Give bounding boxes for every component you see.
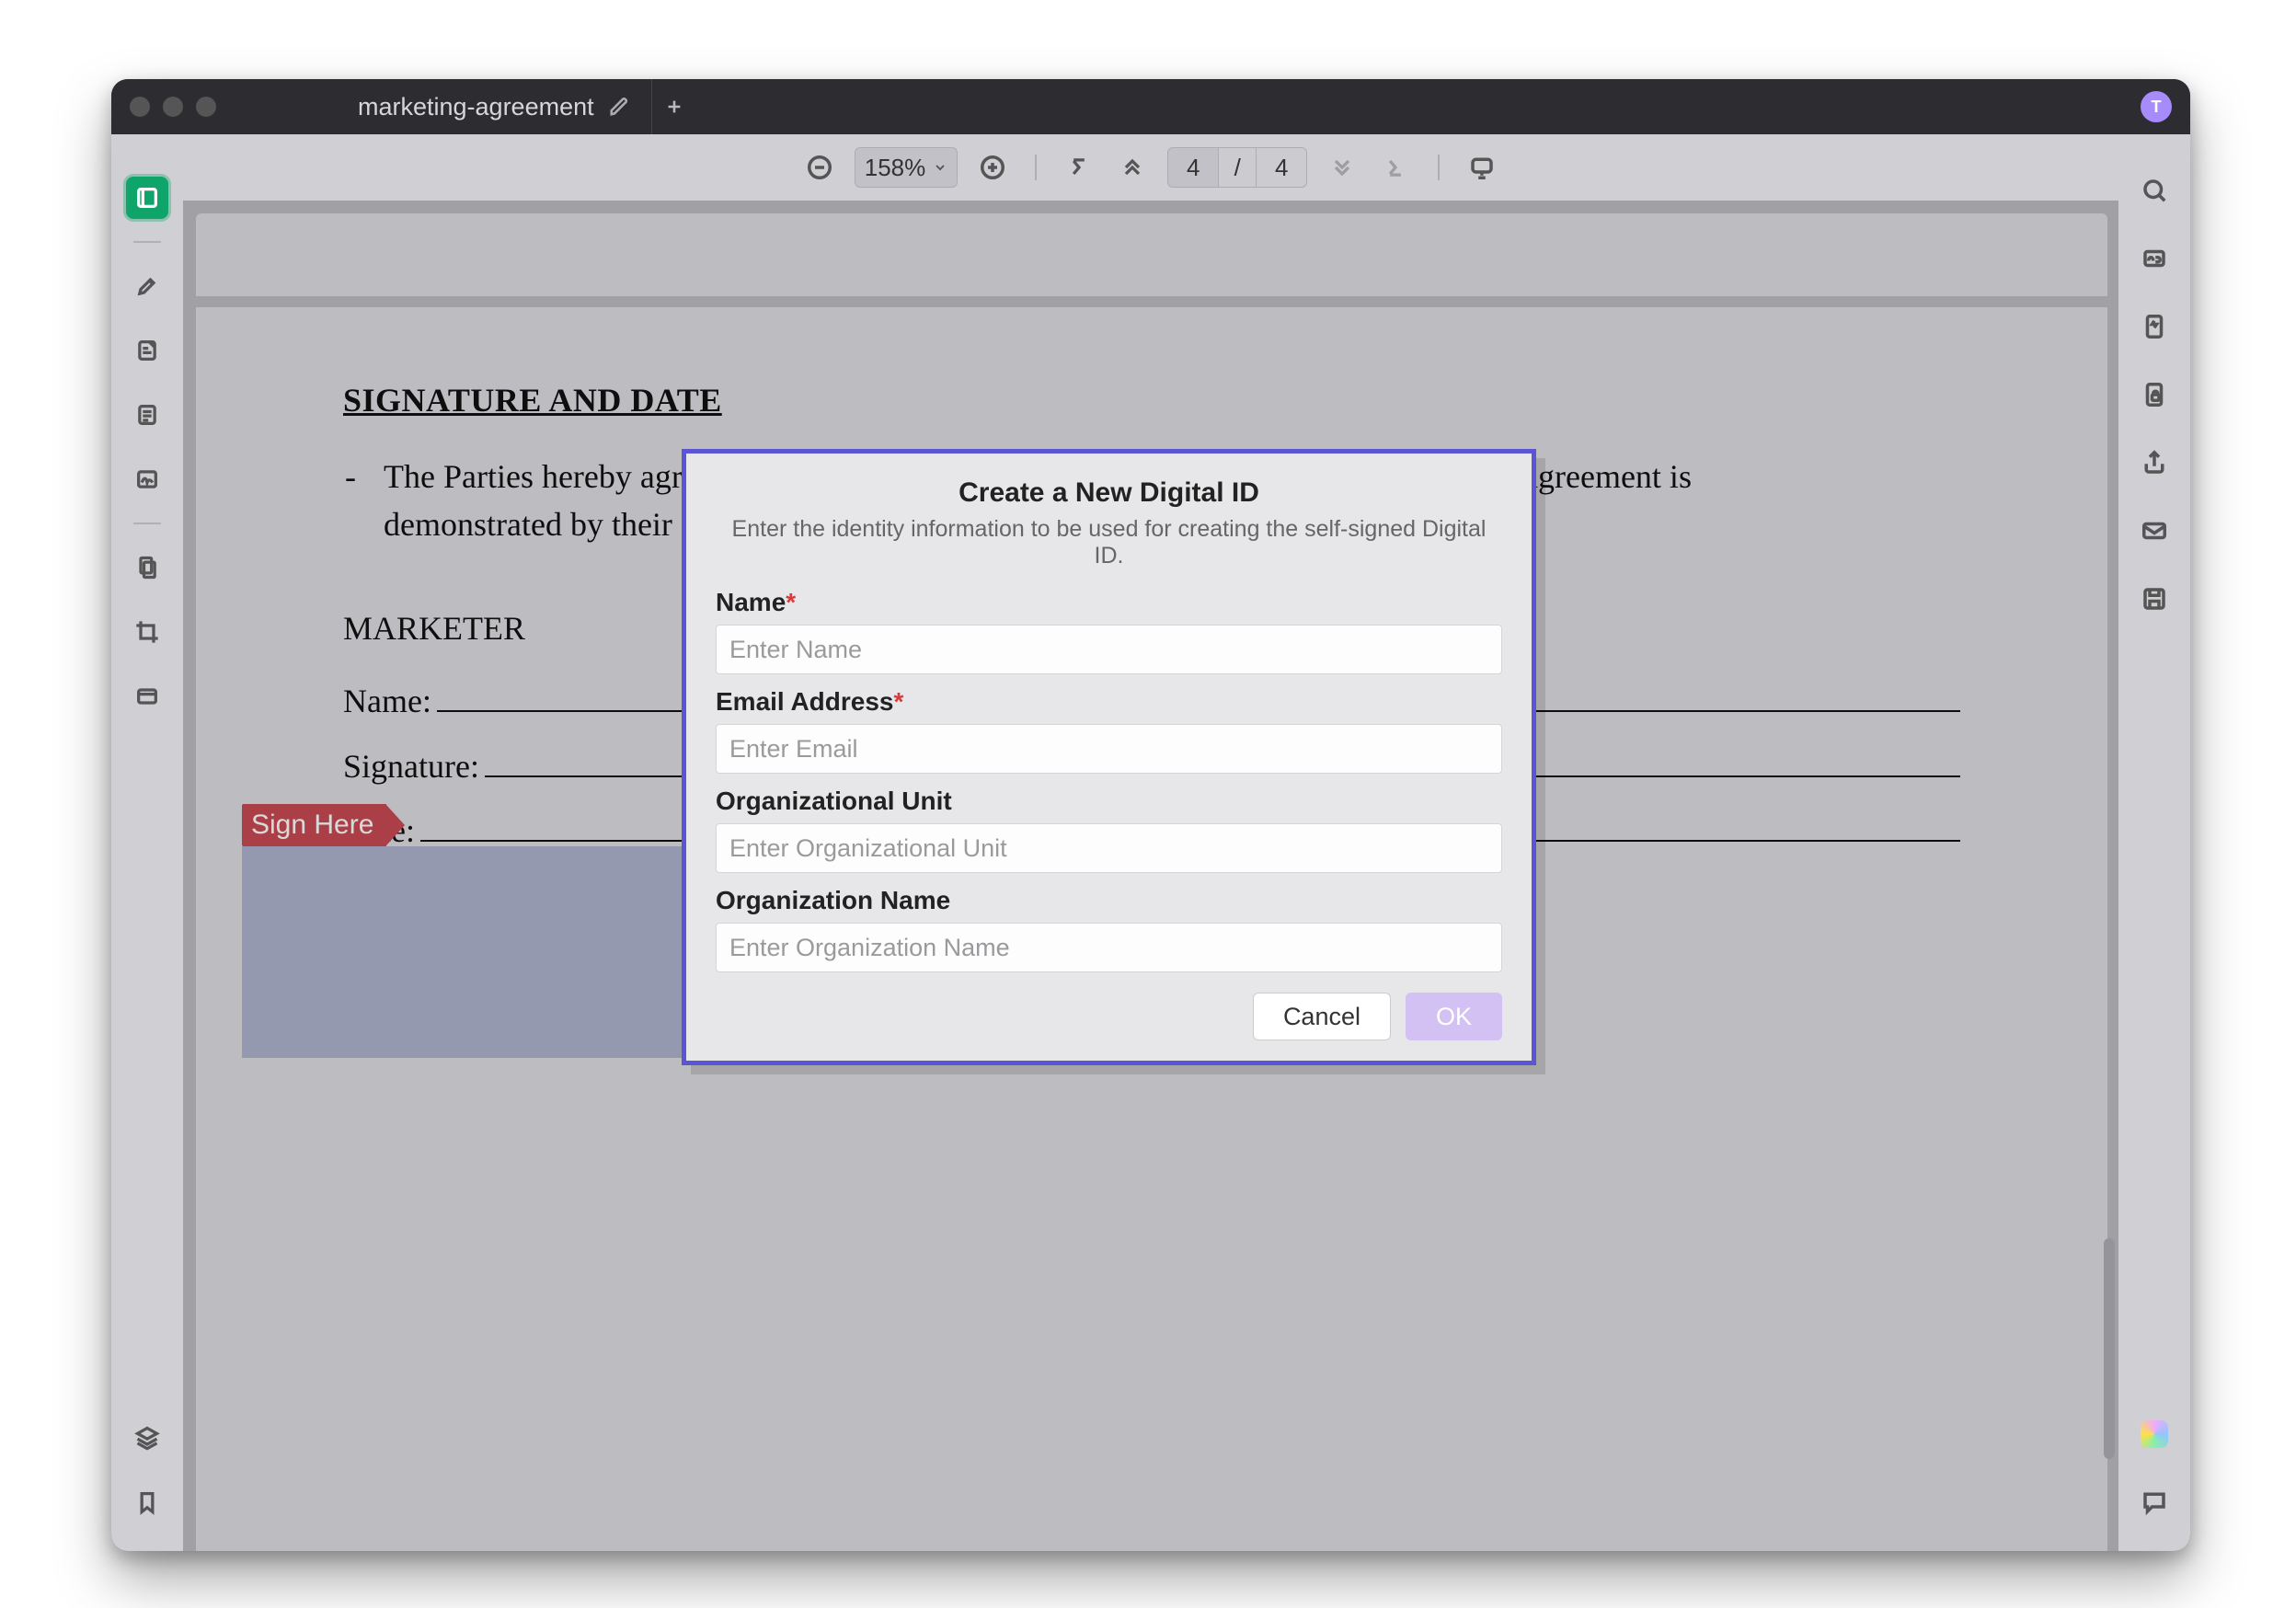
rail-separator <box>133 523 161 524</box>
zoom-select[interactable]: 158% <box>855 147 959 188</box>
comment-button[interactable] <box>2133 1481 2175 1523</box>
first-page-button[interactable] <box>1061 149 1097 186</box>
window-close-button[interactable] <box>130 97 150 117</box>
edit-tab-icon[interactable] <box>609 97 629 117</box>
dialog-title: Create a New Digital ID <box>716 477 1502 509</box>
window-zoom-button[interactable] <box>196 97 216 117</box>
tab-document[interactable]: marketing-agreement <box>336 79 652 134</box>
required-marker: * <box>893 687 903 716</box>
highlighter-button[interactable] <box>126 265 168 307</box>
page-indicator: 4 / 4 <box>1167 147 1307 188</box>
name-input[interactable] <box>716 625 1502 674</box>
zoom-value: 158% <box>865 154 926 182</box>
form-button[interactable] <box>126 394 168 436</box>
app-window: marketing-agreement T <box>111 79 2190 1551</box>
org-name-input[interactable] <box>716 923 1502 972</box>
avatar[interactable]: T <box>2141 91 2172 122</box>
page-sep: / <box>1219 147 1256 188</box>
rail-separator <box>133 241 161 243</box>
ok-button[interactable]: OK <box>1406 993 1502 1040</box>
next-page-button[interactable] <box>1324 149 1360 186</box>
page-total: 4 <box>1256 147 1307 188</box>
page-edit-button[interactable] <box>126 546 168 589</box>
titlebar: marketing-agreement T <box>111 79 2190 134</box>
required-marker: * <box>786 588 796 616</box>
page-current-input[interactable]: 4 <box>1167 147 1219 188</box>
save-button[interactable] <box>2133 578 2175 620</box>
presentation-button[interactable] <box>1464 149 1500 186</box>
signature-button[interactable] <box>126 458 168 500</box>
redact-button[interactable] <box>126 675 168 718</box>
chevron-down-icon <box>933 160 947 175</box>
copilot-button[interactable] <box>2133 1413 2175 1455</box>
tab-title: marketing-agreement <box>358 93 594 121</box>
create-digital-id-dialog: Create a New Digital ID Enter the identi… <box>682 449 1536 1065</box>
name-label: Name* <box>716 588 1502 617</box>
email-label: Email Address* <box>716 687 1502 717</box>
annotate-button[interactable] <box>126 329 168 372</box>
compress-button[interactable] <box>2133 305 2175 348</box>
avatar-initial: T <box>2152 98 2162 117</box>
window-controls <box>130 97 216 117</box>
dialog-subtitle: Enter the identity information to be use… <box>716 516 1502 569</box>
tab-bar: marketing-agreement <box>336 79 696 134</box>
toolbar-separator <box>1438 155 1440 180</box>
share-button[interactable] <box>2133 442 2175 484</box>
mail-button[interactable] <box>2133 510 2175 552</box>
crop-button[interactable] <box>126 611 168 653</box>
copilot-icon <box>2141 1420 2168 1448</box>
new-tab-button[interactable] <box>652 97 696 117</box>
right-rail <box>2118 134 2190 1551</box>
bookmark-button[interactable] <box>126 1481 168 1523</box>
last-page-button[interactable] <box>1377 149 1414 186</box>
email-input[interactable] <box>716 724 1502 774</box>
zoom-out-button[interactable] <box>801 149 838 186</box>
thumbnails-button[interactable] <box>126 177 168 219</box>
org-unit-input[interactable] <box>716 823 1502 873</box>
protect-button[interactable] <box>2133 373 2175 416</box>
search-button[interactable] <box>2133 169 2175 212</box>
app-body: 158% 4 / 4 <box>111 134 2190 1551</box>
toolbar-separator <box>1035 155 1037 180</box>
zoom-in-button[interactable] <box>974 149 1011 186</box>
ocr-button[interactable] <box>2133 237 2175 280</box>
prev-page-button[interactable] <box>1114 149 1151 186</box>
top-toolbar: 158% 4 / 4 <box>183 134 2118 201</box>
left-rail <box>111 134 183 1551</box>
window-minimize-button[interactable] <box>163 97 183 117</box>
cancel-button[interactable]: Cancel <box>1253 993 1391 1040</box>
layers-button[interactable] <box>126 1417 168 1459</box>
org-name-label: Organization Name <box>716 886 1502 915</box>
org-unit-label: Organizational Unit <box>716 787 1502 816</box>
